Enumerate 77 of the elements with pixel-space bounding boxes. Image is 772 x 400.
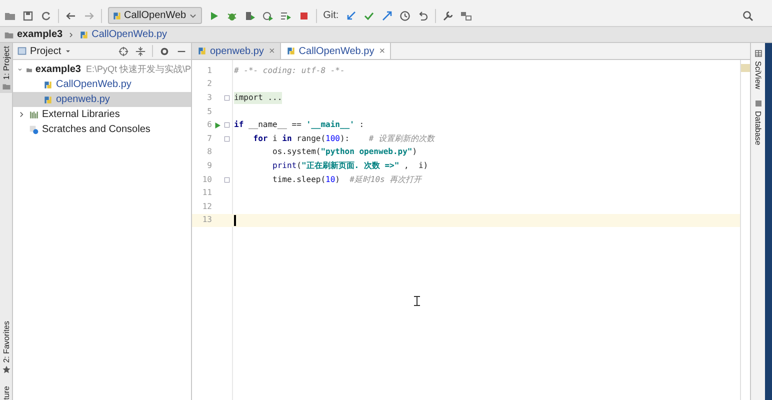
- close-tab-button[interactable]: ×: [379, 44, 386, 58]
- folder-icon: [4, 30, 14, 40]
- python-file-icon: [112, 10, 122, 20]
- tree-item[interactable]: Scratches and Consoles: [13, 122, 191, 137]
- code-line: print("正在刷新页面. 次数 =>" , i): [272, 160, 428, 172]
- fold-marker-icon[interactable]: [223, 121, 231, 130]
- close-tab-button[interactable]: ×: [268, 44, 275, 58]
- tree-item[interactable]: example3 E:\PyQt 快速开发与实战\P: [13, 62, 191, 77]
- text-caret: [234, 214, 236, 226]
- line-number: 13: [201, 214, 212, 226]
- chevron-right-icon: [66, 30, 75, 38]
- tree-item[interactable]: External Libraries: [13, 107, 191, 122]
- line-number: 2: [206, 78, 212, 90]
- profile-run-icon[interactable]: [262, 10, 274, 22]
- code-line: time.sleep(10) #延时10s 再次打开: [272, 174, 422, 186]
- star-icon: [2, 365, 10, 374]
- line-number: 10: [201, 174, 212, 186]
- checkmark-icon[interactable]: [362, 10, 375, 22]
- fold-marker-icon[interactable]: [223, 134, 231, 143]
- library-icon: [29, 110, 39, 120]
- line-number: 1: [206, 64, 212, 77]
- grid-icon: [754, 49, 762, 58]
- database-icon: [754, 99, 762, 108]
- update-arrow-icon[interactable]: [344, 10, 357, 22]
- scratch-file-icon: [29, 124, 39, 134]
- fold-marker-icon[interactable]: [223, 94, 231, 102]
- run-configuration-dropdown[interactable]: CallOpenWeb: [108, 7, 202, 24]
- history-clock-icon[interactable]: [398, 10, 411, 22]
- python-file-icon: [286, 46, 296, 56]
- editor-tab[interactable]: CallOpenWeb.py ×: [280, 43, 392, 59]
- editor-tab[interactable]: openweb.py ×: [192, 43, 281, 59]
- favorites-tool-tab[interactable]: 2: Favorites: [0, 321, 12, 364]
- code-line: os.system("python openweb.py"): [272, 146, 418, 158]
- panel-icon: [17, 46, 27, 56]
- python-file-icon: [43, 94, 53, 104]
- line-number: 3: [206, 92, 212, 104]
- crosshair-icon[interactable]: [118, 46, 129, 56]
- line-number: 5: [206, 106, 212, 118]
- wrench-icon[interactable]: [442, 10, 454, 22]
- revert-icon[interactable]: [416, 10, 429, 22]
- python-file-icon: [197, 46, 207, 56]
- tool-window-tab[interactable]: SciView: [752, 61, 764, 90]
- fold-marker-icon[interactable]: [223, 176, 231, 184]
- folder-icon: [2, 82, 10, 91]
- tree-item[interactable]: openweb.py: [13, 92, 191, 107]
- run-icon[interactable]: [208, 10, 220, 22]
- line-number: 9: [206, 160, 212, 172]
- search-icon[interactable]: [742, 10, 754, 22]
- breadcrumb-item[interactable]: example3: [4, 27, 63, 42]
- push-arrow-icon[interactable]: [380, 10, 393, 22]
- code-line: if __name__ == '__main__' :: [233, 119, 364, 132]
- line-number: 12: [201, 200, 212, 213]
- tree-item[interactable]: CallOpenWeb.py: [13, 77, 191, 92]
- sync-icon[interactable]: [40, 10, 52, 22]
- settings-icon[interactable]: [159, 46, 170, 56]
- coverage-run-icon[interactable]: [244, 10, 256, 22]
- structure-tool-tab[interactable]: ture: [0, 386, 12, 400]
- python-file-icon: [43, 80, 53, 90]
- line-number: 8: [206, 146, 212, 158]
- code-line: for i in range(100): # 设置刷新的次数: [252, 132, 435, 145]
- concurrency-run-icon[interactable]: [280, 10, 292, 22]
- breadcrumb-item[interactable]: CallOpenWeb.py: [78, 27, 168, 42]
- run-icon[interactable]: [213, 120, 222, 130]
- line-number: 11: [201, 187, 212, 200]
- line-number: 7: [206, 132, 212, 145]
- python-file-icon: [78, 30, 89, 40]
- save-icon[interactable]: [22, 10, 34, 22]
- tool-window-tab[interactable]: Database: [752, 111, 764, 146]
- code-line: # -*- coding: utf-8 -*-: [233, 64, 345, 77]
- line-number: 6: [206, 119, 212, 132]
- project-structure-icon[interactable]: [460, 10, 472, 22]
- error-stripe-marker: [741, 64, 750, 72]
- text-cursor-icon: [414, 296, 420, 306]
- back-arrow-icon[interactable]: [65, 10, 77, 22]
- collapse-all-icon[interactable]: [135, 46, 146, 56]
- stop-icon[interactable]: [298, 10, 310, 22]
- git-label: Git:: [323, 9, 339, 23]
